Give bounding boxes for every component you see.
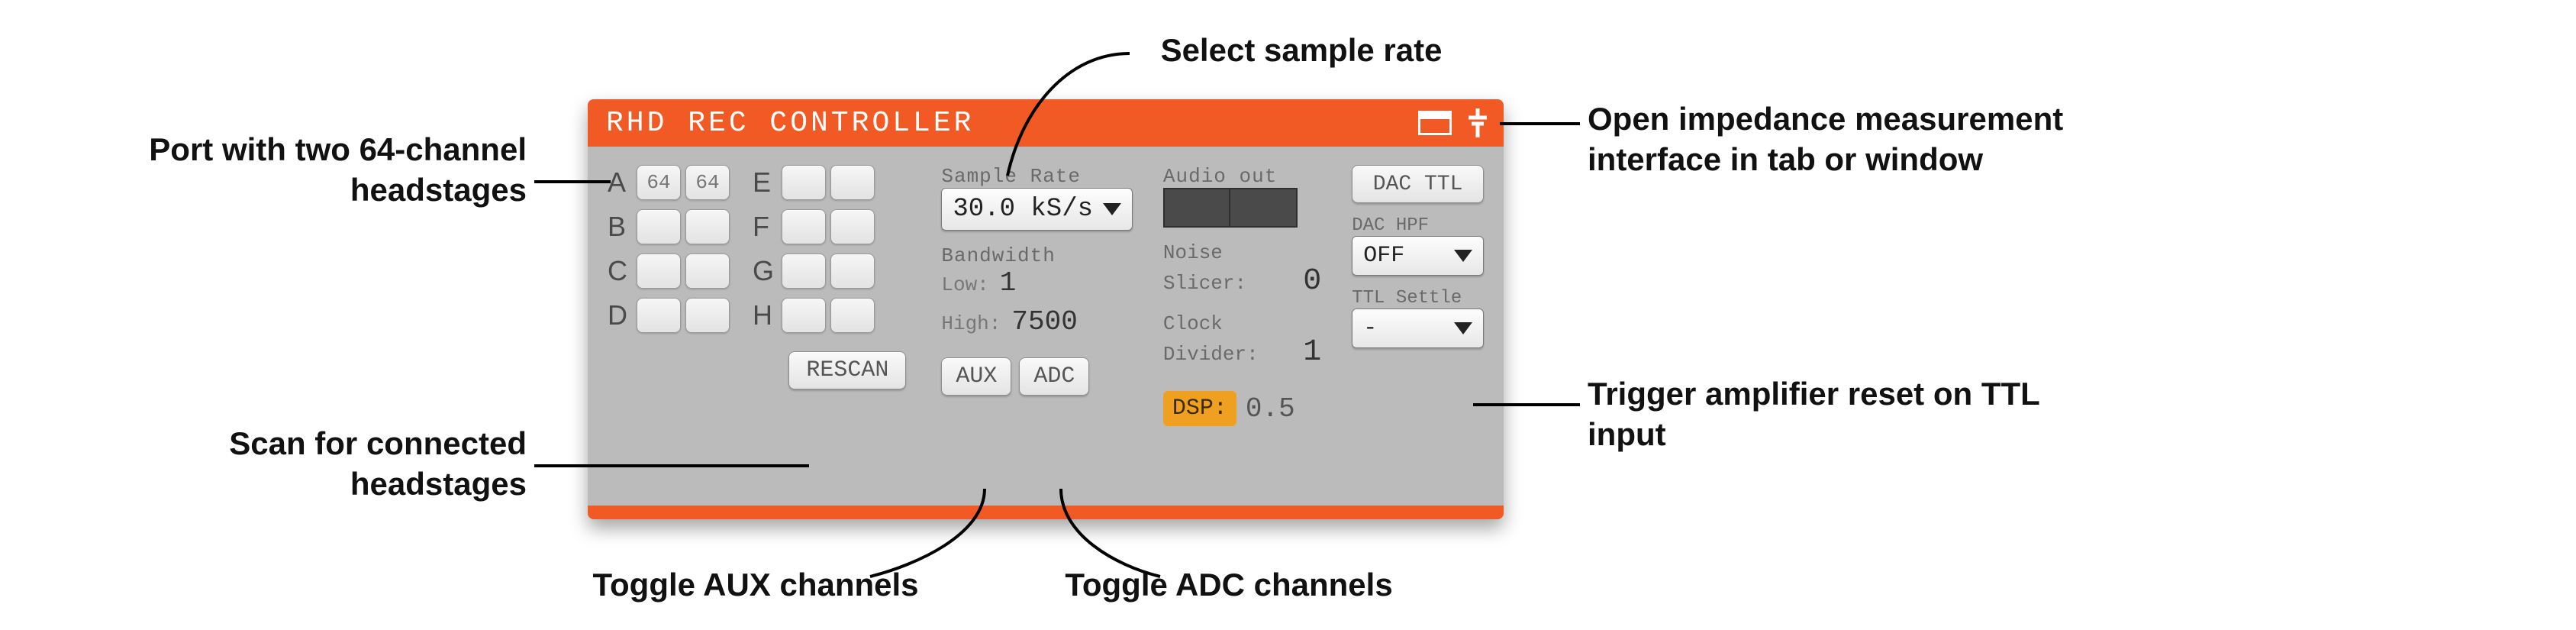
port-slot[interactable] <box>637 254 681 289</box>
port-row-f: F <box>753 209 875 244</box>
noise-key2: Slicer: <box>1163 272 1246 295</box>
audio-out-label: Audio out <box>1163 165 1321 188</box>
bw-high-key: High: <box>941 312 1001 335</box>
sample-rate-dropdown[interactable]: 30.0 kS/s <box>941 188 1133 231</box>
rhd-controller-panel: RHD REC CONTROLLER <box>588 99 1504 519</box>
clock-val[interactable]: 1 <box>1303 335 1321 370</box>
sample-rate-value: 30.0 kS/s <box>953 195 1093 224</box>
aux-label: AUX <box>956 363 997 389</box>
sample-bandwidth-section: Sample Rate 30.0 kS/s Bandwidth Low: 1 Hi… <box>941 165 1133 492</box>
ttl-settle-dropdown[interactable]: - <box>1352 309 1484 348</box>
clock-divider: Clock Divider: 1 <box>1163 312 1321 370</box>
port-slot[interactable] <box>637 298 681 333</box>
port-label: C <box>608 255 632 287</box>
bw-low-val[interactable]: 1 <box>1000 267 1017 299</box>
dsp-value[interactable]: 0.5 <box>1246 393 1295 425</box>
rescan-button[interactable]: RESCAN <box>788 351 906 389</box>
adc-label: ADC <box>1033 363 1075 389</box>
port-slot[interactable] <box>830 165 875 200</box>
port-row-h: H <box>753 298 875 333</box>
audio-out-right[interactable] <box>1230 188 1298 228</box>
clock-key1: Clock <box>1163 312 1321 335</box>
dac-hpf-value: OFF <box>1363 243 1404 269</box>
port-row-b: B <box>608 209 730 244</box>
dac-hpf-dropdown[interactable]: OFF <box>1352 236 1484 276</box>
title-text: RHD REC CONTROLLER <box>606 107 974 140</box>
callout-ttl: Trigger amplifier reset on TTL input <box>1588 374 2046 454</box>
port-slot[interactable] <box>782 254 826 289</box>
noise-key1: Noise <box>1163 241 1321 264</box>
port-label: F <box>753 211 777 243</box>
audio-out-left[interactable] <box>1163 188 1230 228</box>
callout-sample-rate: Select sample rate <box>1130 31 1473 71</box>
port-label: H <box>753 299 777 331</box>
port-slot[interactable]: 64 <box>637 165 681 200</box>
rescan-label: RESCAN <box>806 357 888 383</box>
dac-ttl-section: DAC TTL DAC HPF OFF TTL Settle - <box>1352 165 1484 492</box>
bandwidth-label: Bandwidth <box>941 244 1133 267</box>
noise-val[interactable]: 0 <box>1303 264 1321 299</box>
callout-adc: Toggle ADC channels <box>1038 565 1420 606</box>
callout-aux: Toggle AUX channels <box>565 565 946 606</box>
port-label: E <box>753 166 777 199</box>
port-row-a: A 64 64 <box>608 165 730 200</box>
noise-slicer: Noise Slicer: 0 <box>1163 241 1321 299</box>
titlebar: RHD REC CONTROLLER <box>588 99 1504 147</box>
port-label: A <box>608 166 632 199</box>
port-slot[interactable] <box>830 298 875 333</box>
port-row-d: D <box>608 298 730 333</box>
port-slot[interactable] <box>782 209 826 244</box>
port-slot[interactable] <box>685 254 730 289</box>
impedance-icon[interactable] <box>1465 108 1490 137</box>
bw-high-val[interactable]: 7500 <box>1011 306 1077 338</box>
port-row-c: C <box>608 254 730 289</box>
port-label: B <box>608 211 632 243</box>
port-row-g: G <box>753 254 875 289</box>
clock-key2: Divider: <box>1163 343 1259 366</box>
port-label: D <box>608 299 632 331</box>
port-slot[interactable]: 64 <box>685 165 730 200</box>
port-slot[interactable] <box>685 209 730 244</box>
ports-section: A 64 64 B C <box>608 165 911 492</box>
port-label: G <box>753 255 777 287</box>
port-slot[interactable] <box>830 254 875 289</box>
port-slot[interactable] <box>830 209 875 244</box>
callout-rescan: Scan for connected headstages <box>99 424 527 504</box>
dsp-badge[interactable]: DSP: <box>1163 391 1236 426</box>
ttl-settle-label: TTL Settle <box>1352 288 1484 309</box>
adc-toggle-button[interactable]: ADC <box>1019 357 1089 396</box>
dac-ttl-button[interactable]: DAC TTL <box>1352 165 1484 203</box>
ttl-settle-value: - <box>1363 315 1377 341</box>
window-icon[interactable] <box>1418 111 1452 135</box>
chevron-down-icon <box>1454 322 1472 334</box>
dac-ttl-label: DAC TTL <box>1373 173 1463 196</box>
port-row-e: E <box>753 165 875 200</box>
bw-low-key: Low: <box>941 273 988 296</box>
port-slot[interactable] <box>637 209 681 244</box>
callout-port-a: Port with two 64-channel headstages <box>114 130 527 210</box>
chevron-down-icon <box>1454 250 1472 262</box>
port-slot[interactable] <box>782 298 826 333</box>
audio-status-section: Audio out Noise Slicer: 0 Clock Divider: 1… <box>1163 165 1321 492</box>
chevron-down-icon <box>1103 203 1121 215</box>
port-slot[interactable] <box>782 165 826 200</box>
aux-toggle-button[interactable]: AUX <box>941 357 1011 396</box>
dac-hpf-label: DAC HPF <box>1352 215 1484 236</box>
port-slot[interactable] <box>685 298 730 333</box>
callout-impedance: Open impedance measurement interface in … <box>1588 99 2122 179</box>
sample-rate-label: Sample Rate <box>941 165 1133 188</box>
